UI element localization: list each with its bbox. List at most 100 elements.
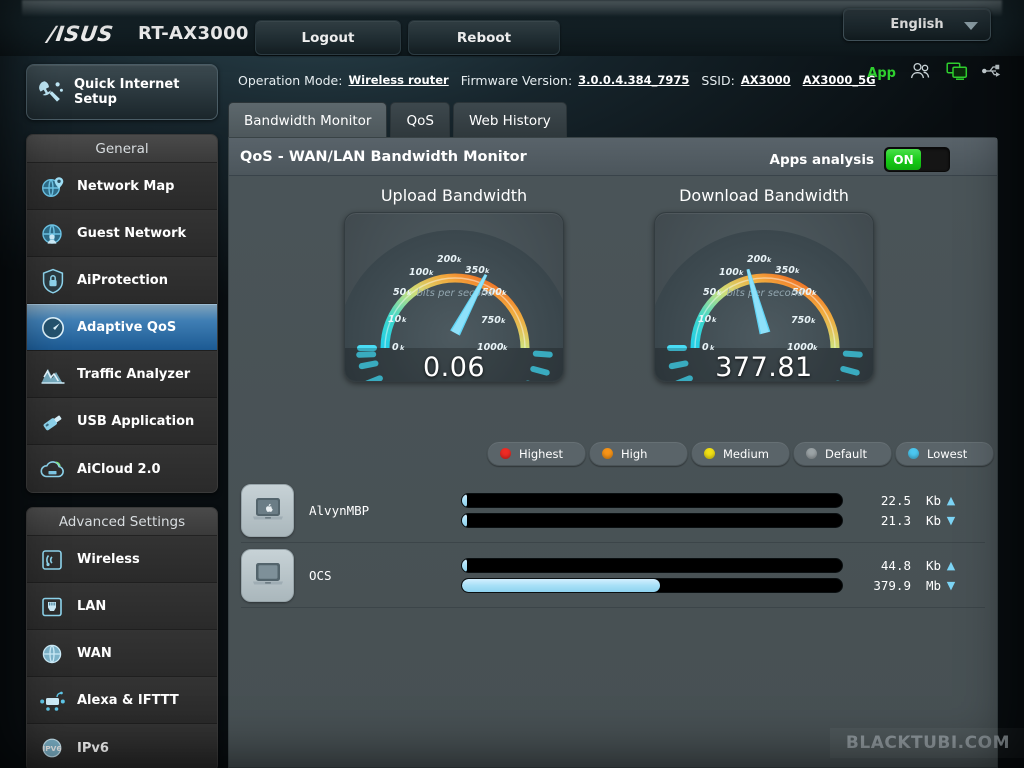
globe-icon [39,640,67,668]
sidebar-item-label: USB Application [77,414,195,429]
legend-label: Default [825,446,868,461]
network-monitor-icon[interactable] [946,62,968,84]
legend-label: Lowest [927,446,968,461]
apps-analysis-toggle[interactable]: ON [884,147,950,172]
ssid-5g-value[interactable]: AX3000_5G [803,73,876,87]
tab-web-history[interactable]: Web History [452,102,567,138]
usb-icon[interactable] [982,62,1002,84]
sidebar-item-label: IPv6 [77,740,109,756]
legend-dot [704,448,715,459]
download-value-line: 379.9 Mb ▼ [853,577,961,594]
tab-bandwidth-monitor[interactable]: Bandwidth Monitor [228,102,388,138]
svg-text:k: k [407,289,412,297]
tab-bar: Bandwidth Monitor QoS Web History [228,100,567,138]
legend-item-high[interactable]: High [589,441,688,466]
sidebar-item-traffic-analyzer[interactable]: Traffic Analyzer [27,351,217,398]
download-value: 21.3 [880,512,911,528]
desktop-monitor-icon [241,548,294,602]
svg-text:k: k [739,269,744,277]
chart-peaks-icon [39,361,67,389]
upload-gauge-unit: bits per second [417,288,495,299]
svg-text:k: k [712,316,717,324]
svg-text:200: 200 [437,254,457,265]
svg-text:k: k [503,344,508,352]
svg-text:k: k [795,267,800,275]
sidebar-item-network-map[interactable]: Network Map [27,163,217,210]
firmware-version-value[interactable]: 3.0.0.4.384_7975 [578,73,689,87]
legend-item-default[interactable]: Default [793,441,892,466]
qos-panel: QoS - WAN/LAN Bandwidth Monitor Apps ana… [228,137,998,768]
sidebar-item-label: Adaptive QoS [77,320,177,335]
legend-dot [602,448,613,459]
sidebar-item-label: AiProtection [77,273,168,288]
svg-text:k: k [811,317,816,325]
sidebar-item-adaptive-qos[interactable]: Adaptive QoS [27,304,217,351]
upload-bar-line [461,492,843,509]
download-gauge-title: Download Bandwidth [679,186,849,205]
svg-text:10: 10 [388,314,402,325]
globe-pin-icon [39,173,67,201]
sidebar-item-guest-network[interactable]: Guest Network [27,210,217,257]
wifi-signal-icon [39,546,67,574]
upload-value-line: 22.5 Kb ▲ [853,492,961,509]
upload-unit: Kb [925,557,941,573]
legend-label: Medium [723,446,769,461]
svg-text:k: k [402,316,407,324]
ssid-2g-value[interactable]: AX3000 [741,73,791,87]
ssid-label: SSID: [701,72,735,88]
download-arrow-icon: ▼ [946,513,956,527]
download-gauge-face: 0k 10 k 50 k 100 k 200 k 350 k 500 k 750 k 1000… [654,212,874,382]
sidebar-item-label: LAN [77,599,107,614]
upload-value: 44.8 [880,557,911,573]
sidebar-item-label: Traffic Analyzer [77,367,191,382]
speedometer-icon [39,314,67,342]
table-row[interactable]: OCS 44.8 Kb ▲ 379.9 Mb ▼ [241,543,985,608]
sidebar-item-wireless[interactable]: Wireless [27,536,217,583]
svg-text:k: k [502,289,507,297]
operation-mode-value[interactable]: Wireless router [348,73,448,87]
sidebar-item-alexa-ifttt[interactable]: Alexa & IFTTT [27,677,217,724]
sidebar-item-aicloud[interactable]: AiCloud 2.0 [27,445,217,492]
tab-qos[interactable]: QoS [390,102,450,138]
reboot-button[interactable]: Reboot [408,20,560,55]
panel-header: QoS - WAN/LAN Bandwidth Monitor Apps ana… [229,138,997,176]
device-bandwidth-bars [461,554,843,597]
upload-gauge-face: 0k 10 k 50 k 100 k 200 k 350 k 500 k 750 k 1000… [344,212,564,382]
legend-item-medium[interactable]: Medium [691,441,790,466]
upload-bar-line [461,557,843,574]
upload-unit: Kb [925,492,941,508]
users-group-icon[interactable] [910,62,932,84]
sidebar-item-usb-application[interactable]: USB Application [27,398,217,445]
svg-text:k: k [400,344,405,352]
svg-text:k: k [717,289,722,297]
language-label: English [890,17,944,32]
download-bar-track [461,577,843,593]
logout-button[interactable]: Logout [255,20,401,55]
operation-mode-label: Operation Mode: [238,72,343,88]
sidebar-item-lan[interactable]: LAN [27,583,217,630]
legend-item-lowest[interactable]: Lowest [895,441,994,466]
chevron-down-icon [964,22,978,30]
legend-item-highest[interactable]: Highest [487,441,586,466]
sidebar-item-label: WAN [77,646,112,661]
sidebar-item-wan[interactable]: WAN [27,630,217,677]
app-link[interactable]: App [867,66,896,81]
top-header-bar: /ISUS RT-AX3000 Logout Reboot English [0,0,1024,56]
download-gauge: Download Bandwidth 0 k 10 k 50 k 100 k 2… [654,186,874,386]
upload-bar-fill [462,558,467,572]
quick-setup-icon [37,78,65,106]
upload-arrow-icon: ▲ [946,558,956,572]
sidebar-item-ipv6[interactable]: IPV6 IPv6 [27,724,217,768]
upload-value-line: 44.8 Kb ▲ [853,557,961,574]
upload-bar-track [461,557,843,573]
svg-text:200: 200 [747,254,767,265]
sidebar-item-quick-internet-setup[interactable]: Quick Internet Setup [26,64,218,120]
ipv6-globe-icon: IPV6 [39,734,67,762]
sidebar-item-aiprotection[interactable]: AiProtection [27,257,217,304]
table-row[interactable]: AlvynMBP 22.5 Kb ▲ 21.3 Kb ▼ [241,478,985,543]
alexa-ifttt-icon [39,687,67,715]
legend-dot [908,448,919,459]
shield-lock-icon [39,267,67,295]
apps-analysis-control: Apps analysis ON [770,147,950,172]
language-selector[interactable]: English [843,8,991,41]
